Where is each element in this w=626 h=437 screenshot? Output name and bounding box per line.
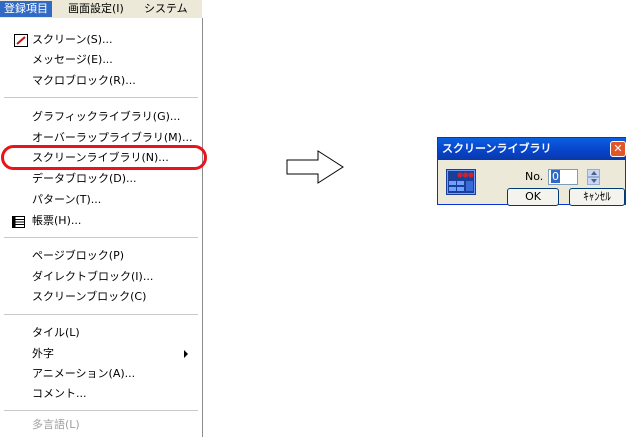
- menu-item-page-block[interactable]: ページブロック(P): [0, 246, 200, 266]
- cancel-button[interactable]: ｷｬﾝｾﾙ: [569, 188, 625, 206]
- menu-screen-settings[interactable]: 画面設定(I): [64, 1, 128, 17]
- screen-library-dialog: スクリーンライブラリ ✕ No. 0 OK ｷｬﾝｾﾙ: [437, 137, 626, 206]
- number-input-value: 0: [551, 170, 560, 183]
- menu-item-graphic-library[interactable]: グラフィックライブラリ(G)...: [0, 107, 200, 127]
- dialog-title: スクリーンライブラリ: [442, 142, 552, 155]
- number-label: No.: [525, 170, 544, 183]
- close-button[interactable]: ✕: [610, 141, 626, 157]
- menu-separator: [4, 410, 198, 411]
- menu-item-tile[interactable]: タイル(L): [0, 323, 200, 343]
- menu-separator: [4, 97, 198, 98]
- menu-system[interactable]: システム: [140, 1, 202, 17]
- screen-library-icon: [446, 169, 476, 198]
- menu-item-animation[interactable]: アニメーション(A)...: [0, 364, 200, 384]
- menu-item-report[interactable]: 帳票(H)...: [0, 211, 200, 231]
- close-icon: ✕: [613, 142, 623, 155]
- menu-bar: 登録項目 画面設定(I) システム: [0, 0, 202, 19]
- submenu-arrow-icon: [184, 350, 188, 358]
- ok-button[interactable]: OK: [507, 188, 559, 206]
- menu-item-direct-block[interactable]: ダイレクトブロック(I)...: [0, 267, 200, 287]
- menu-item-screen-block[interactable]: スクリーンブロック(C): [0, 287, 200, 307]
- menu-item-external-chars[interactable]: 外字: [0, 344, 200, 364]
- dialog-title-bar[interactable]: スクリーンライブラリ ✕: [438, 138, 626, 160]
- menu-item-screen[interactable]: スクリーン(S)...: [0, 30, 200, 50]
- menu-item-comment[interactable]: コメント...: [0, 384, 200, 404]
- spin-up-icon[interactable]: [587, 169, 600, 177]
- spin-down-icon[interactable]: [587, 177, 600, 185]
- menu-item-pattern[interactable]: パターン(T)...: [0, 190, 200, 210]
- menu-item-multilanguage: 多言語(L): [32, 418, 80, 431]
- menu-item-data-block[interactable]: データブロック(D)...: [0, 169, 200, 189]
- menu-registration-items[interactable]: 登録項目: [0, 1, 52, 17]
- right-arrow-icon: [286, 150, 344, 187]
- menu-item-message[interactable]: メッセージ(E)...: [0, 50, 200, 70]
- menu-item-macro-block[interactable]: マクロブロック(R)...: [0, 71, 200, 91]
- number-input[interactable]: 0: [548, 169, 578, 185]
- registration-dropdown-menu: スクリーン(S)... メッセージ(E)... マクロブロック(R)... グラ…: [0, 18, 203, 437]
- number-spinner[interactable]: [587, 169, 600, 185]
- menu-separator: [4, 237, 198, 238]
- menu-separator: [4, 314, 198, 315]
- highlight-oval: [1, 145, 207, 170]
- report-table-icon: [12, 215, 25, 235]
